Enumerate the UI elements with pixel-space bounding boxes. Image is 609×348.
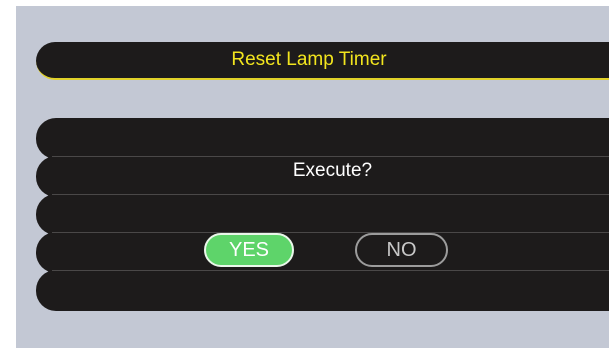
projector-menu-screen: Reset Lamp Timer Execute? YES NO (16, 6, 609, 348)
menu-row-4 (36, 232, 609, 273)
execute-prompt: Execute? (292, 160, 373, 181)
row-divider (52, 194, 609, 195)
yes-button[interactable]: YES (204, 233, 294, 267)
row-divider (52, 270, 609, 271)
menu-row-3 (36, 194, 609, 235)
row-divider (52, 156, 609, 157)
no-button[interactable]: NO (355, 233, 448, 267)
row-divider (52, 232, 609, 233)
menu-row-5 (36, 270, 609, 311)
dialog-title: Reset Lamp Timer (231, 49, 387, 70)
title-bar: Reset Lamp Timer (36, 42, 609, 80)
menu-row-1 (36, 118, 609, 159)
